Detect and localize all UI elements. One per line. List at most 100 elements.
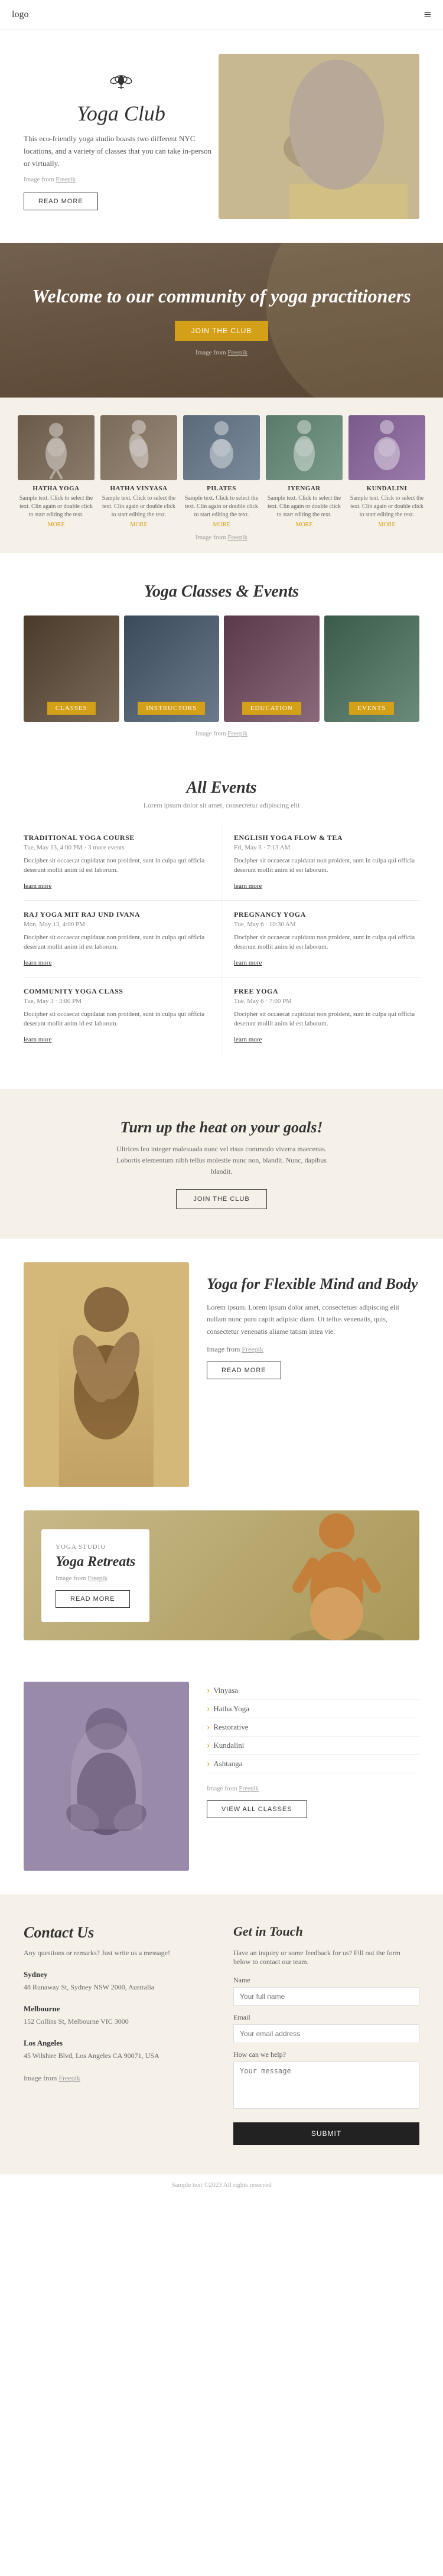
get-in-touch-desc: Have an inquiry or some feedback for us?…	[233, 1949, 419, 1966]
instructors-label: INSTRUCTORS	[138, 702, 205, 715]
contact-credit: Image from Freepik	[24, 2073, 210, 2083]
hatha-desc: Sample text. Click to select the text. C…	[18, 494, 95, 519]
event-0-title: TRADITIONAL YOGA COURSE	[24, 833, 210, 842]
yoga-type-pilates: PILATES Sample text. Click to select the…	[183, 415, 260, 528]
contact-intro: Any questions or remarks? Just write us …	[24, 1948, 210, 1958]
vinyasa-silhouette	[100, 415, 177, 480]
classes-list-credit: Image from Freepik	[207, 1785, 419, 1792]
name-input[interactable]	[233, 1987, 419, 2006]
event-3-link[interactable]: learn more	[234, 959, 262, 966]
classes-credit-link[interactable]: Freepik	[227, 730, 247, 737]
kundalini-more-link[interactable]: MORE	[348, 522, 425, 528]
yoga-type-hatha: HATHA YOGA Sample text. Click to select …	[18, 415, 95, 528]
flex-mind-read-more-button[interactable]: READ MORE	[207, 1362, 281, 1379]
logo: logo	[12, 9, 28, 20]
view-all-classes-button[interactable]: VIEW ALL CLASSES	[207, 1800, 307, 1818]
event-0-date: Tue, May 13, 4:00 PM · 3 more events	[24, 844, 210, 851]
class-item-restorative[interactable]: Restorative	[207, 1718, 419, 1737]
event-5-link[interactable]: learn more	[234, 1036, 262, 1043]
retreats-read-more-button[interactable]: READ MORE	[56, 1590, 130, 1608]
welcome-credit: Image from Freepik	[24, 349, 419, 356]
event-traditional: TRADITIONAL YOGA COURSE Tue, May 13, 4:0…	[24, 824, 222, 901]
types-credit: Image from Freepik	[18, 528, 425, 541]
hero-credit-link[interactable]: Freepik	[56, 176, 76, 183]
yoga-types-section: HATHA YOGA Sample text. Click to select …	[0, 398, 443, 553]
yoga-type-kundalini: KUNDALINI Sample text. Click to select t…	[348, 415, 425, 528]
iyengar-title: IYENGAR	[266, 485, 343, 492]
message-textarea[interactable]	[233, 2062, 419, 2109]
event-5-desc: Docipher sit occaecat cupidatat non proi…	[234, 1009, 419, 1029]
retreats-credit-link[interactable]: Freepik	[87, 1575, 108, 1582]
hero-image	[219, 54, 419, 219]
pilates-more-link[interactable]: MORE	[183, 522, 260, 528]
cta-desc: Ultrices leo integer malesuada nunc vel …	[109, 1144, 334, 1178]
events-card[interactable]: EVENTS	[324, 615, 420, 722]
event-2-link[interactable]: learn more	[24, 959, 51, 966]
flex-mind-content: Yoga for Flexible Mind and Body Lorem ip…	[207, 1262, 419, 1379]
all-events-section: All Events Lorem ipsum dolor sit amet, c…	[0, 755, 443, 1077]
event-2-desc: Docipher sit occaecat cupidatat non proi…	[24, 933, 210, 952]
hero-logo	[24, 63, 219, 95]
cta-join-button[interactable]: JOIN THE CLUB	[176, 1189, 266, 1209]
flex-mind-credit: Image from Freepik	[207, 1343, 419, 1355]
class-item-hatha[interactable]: Hatha Yoga	[207, 1700, 419, 1718]
classes-events-heading: Yoga Classes & Events	[24, 582, 419, 601]
contact-right: Get in Touch Have an inquiry or some fee…	[233, 1924, 419, 2145]
email-form-group: Email	[233, 2013, 419, 2043]
event-4-link[interactable]: learn more	[24, 1036, 51, 1043]
message-form-group: How can we help?	[233, 2050, 419, 2112]
vinyasa-image	[100, 415, 177, 480]
email-label: Email	[233, 2013, 419, 2022]
contact-los-angeles: Los Angeles 45 Wilshire Blvd, Los Angele…	[24, 2038, 210, 2061]
classes-card[interactable]: CLASSES	[24, 615, 119, 722]
instructors-card[interactable]: INSTRUCTORS	[124, 615, 220, 722]
class-item-ashtanga[interactable]: Ashtanga	[207, 1755, 419, 1773]
event-5-date: Tue, May 6 · 7:00 PM	[234, 998, 419, 1005]
hatha-more-link[interactable]: MORE	[18, 522, 95, 528]
contact-credit-link[interactable]: Freepik	[58, 2074, 80, 2082]
hamburger-menu-icon[interactable]: ≡	[424, 7, 431, 22]
event-0-desc: Docipher sit occaecat cupidatat non proi…	[24, 856, 210, 875]
contact-sydney-city: Sydney	[24, 1970, 210, 1979]
event-0-link[interactable]: learn more	[24, 882, 51, 890]
retreats-section: YOGA STUDIO Yoga Retreats Image from Fre…	[0, 1510, 443, 1664]
event-1-title: ENGLISH YOGA FLOW & TEA	[234, 833, 419, 842]
class-item-kundalini[interactable]: Kundalini	[207, 1737, 419, 1755]
events-lorem: Lorem ipsum dolor sit amet, consectetur …	[24, 801, 419, 810]
join-club-button[interactable]: JOIN THE CLUB	[175, 321, 269, 341]
welcome-credit-link[interactable]: Freepik	[227, 349, 247, 356]
contact-left: Contact Us Any questions or remarks? Jus…	[24, 1924, 210, 2145]
classes-list-image	[24, 1682, 189, 1871]
get-in-touch-heading: Get in Touch	[233, 1924, 419, 1939]
email-input[interactable]	[233, 2024, 419, 2043]
submit-button[interactable]: SUBMIT	[233, 2122, 419, 2145]
retreats-label: YOGA STUDIO	[56, 1543, 135, 1551]
pilates-title: PILATES	[183, 485, 260, 492]
flex-mind-image	[24, 1262, 189, 1487]
flex-mind-credit-link[interactable]: Freepik	[242, 1345, 263, 1353]
event-5-title: FREE YOGA	[234, 987, 419, 996]
event-1-link[interactable]: learn more	[234, 882, 262, 890]
hero-read-more-button[interactable]: READ MORE	[24, 193, 98, 210]
education-card[interactable]: EDUCATION	[224, 615, 320, 722]
yoga-types-grid: HATHA YOGA Sample text. Click to select …	[18, 415, 425, 528]
retreats-content: YOGA STUDIO Yoga Retreats Image from Fre…	[41, 1529, 149, 1622]
iyengar-more-link[interactable]: MORE	[266, 522, 343, 528]
classes-list-photo-svg	[24, 1682, 189, 1871]
event-1-date: Fri, May 3 · 7:13 AM	[234, 844, 419, 851]
event-1-desc: Docipher sit occaecat cupidatat non proi…	[234, 856, 419, 875]
iyengar-silhouette	[266, 415, 343, 480]
hero-section: Yoga Club This eco-friendly yoga studio …	[0, 30, 443, 243]
vinyasa-more-link[interactable]: MORE	[100, 522, 177, 528]
yoga-type-vinyasa: HATHA VINYASA Sample text. Click to sele…	[100, 415, 177, 528]
yoga-type-iyengar: IYENGAR Sample text. Click to select the…	[266, 415, 343, 528]
event-3-title: PREGNANCY YOGA	[234, 910, 419, 919]
classes-list-credit-link[interactable]: Freepik	[239, 1785, 259, 1792]
class-item-vinyasa[interactable]: Vinyasa	[207, 1682, 419, 1700]
contact-la-address: 45 Wilshire Blvd, Los Angeles CA 90071, …	[24, 2050, 210, 2061]
flex-mind-section: Yoga for Flexible Mind and Body Lorem ip…	[0, 1250, 443, 1510]
event-2-title: RAJ YOGA MIT RAJ UND IVANA	[24, 910, 210, 919]
hero-image-credit: Image from Freepik	[24, 176, 219, 183]
types-credit-link[interactable]: Freepik	[227, 534, 247, 541]
contact-melbourne: Melbourne 152 Collins St, Melbourne VIC …	[24, 2004, 210, 2027]
